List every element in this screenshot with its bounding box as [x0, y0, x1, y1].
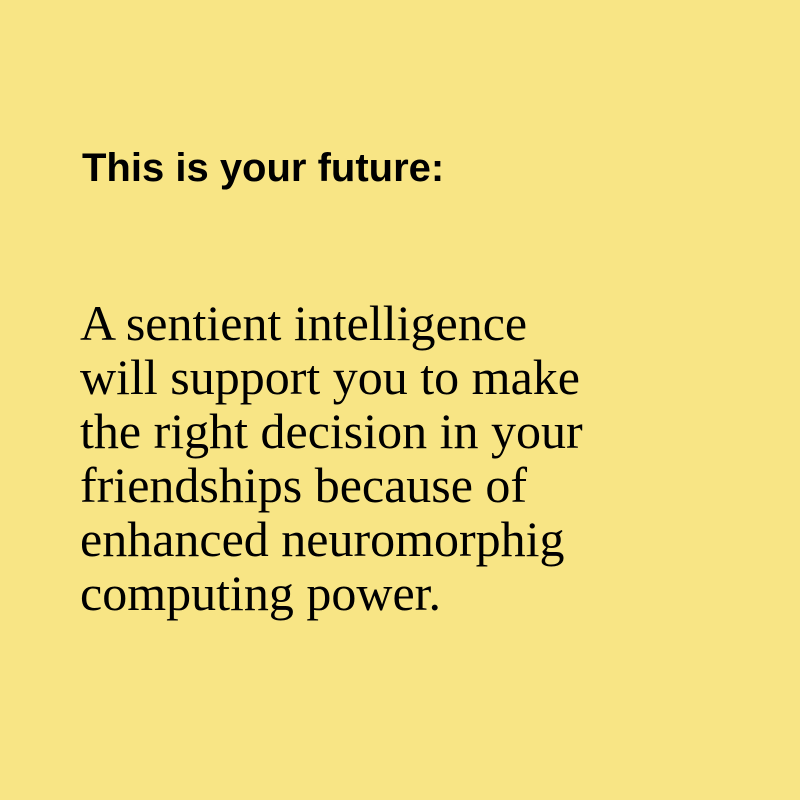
headline: This is your future:	[82, 146, 445, 190]
statement-line-1: A sentient intelligence	[80, 295, 528, 351]
statement-line-6: computing power.	[80, 565, 442, 621]
quote-card: This is your future: A sentient intellig…	[0, 0, 800, 800]
statement-line-2: will support you to make	[80, 349, 580, 405]
statement-line-5: enhanced neuromorphig	[80, 511, 565, 567]
statement-line-3: the right decision in your	[80, 403, 583, 459]
statement-paragraph: A sentient intelligence will support you…	[80, 296, 583, 620]
statement-line-4: friendships because of	[80, 457, 528, 513]
